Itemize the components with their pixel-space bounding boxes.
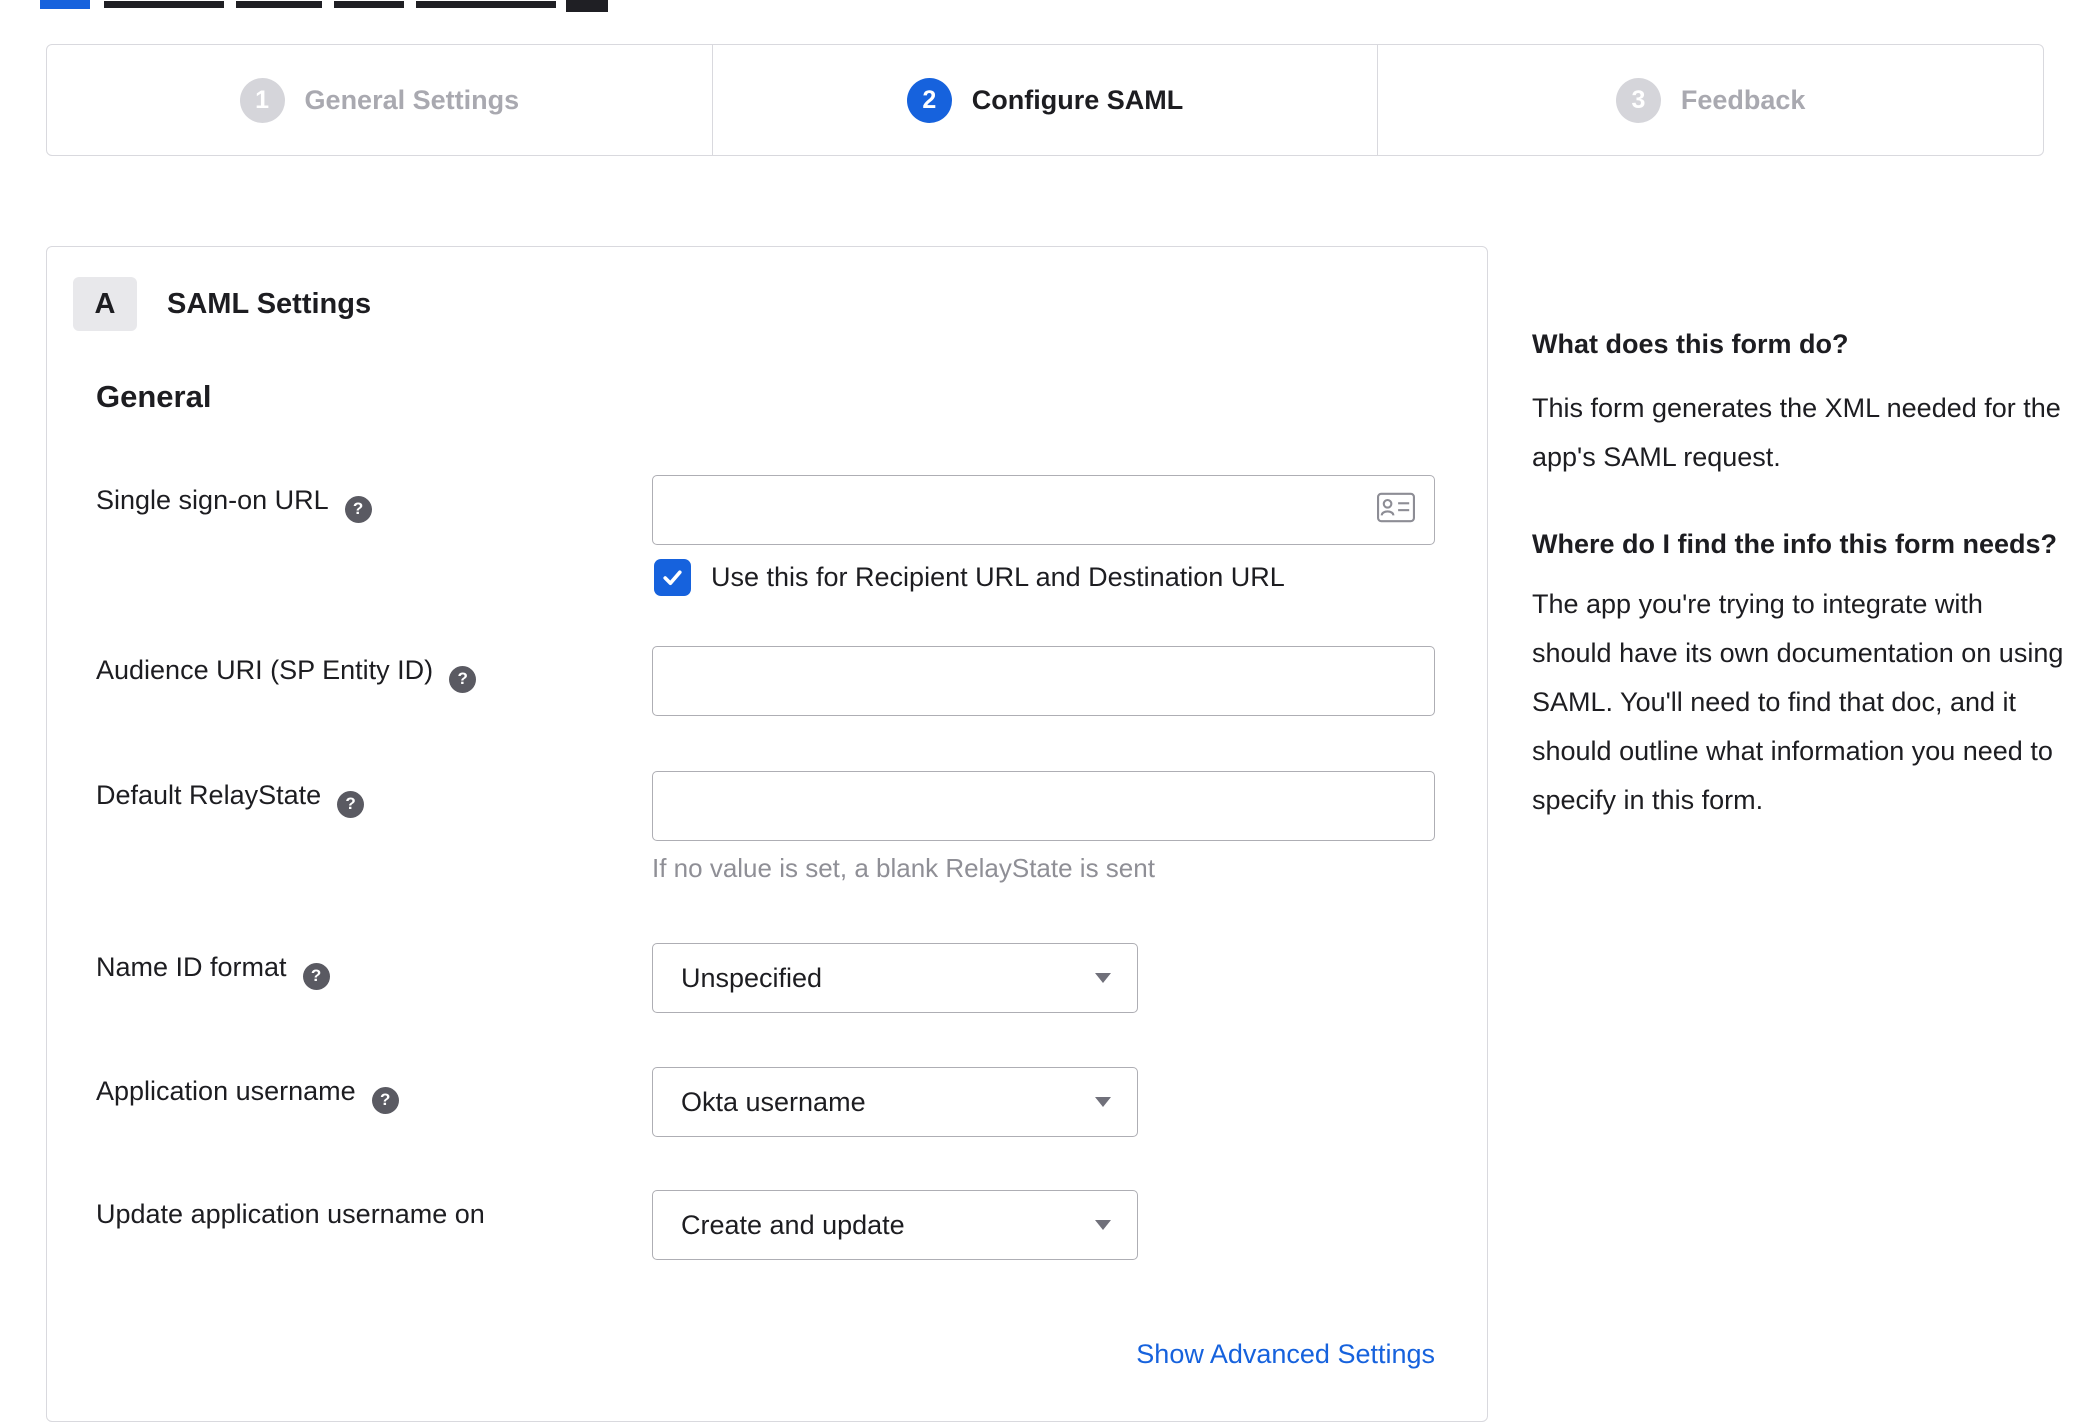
chevron-down-icon	[1095, 1220, 1111, 1230]
sidebar-answer-2: The app you're trying to integrate with …	[1532, 589, 2064, 815]
general-section-title: General	[96, 379, 212, 414]
application-username-select[interactable]: Okta username	[652, 1067, 1138, 1137]
application-username-label: Application username?	[96, 1076, 399, 1114]
configure-saml-page: 1 General Settings 2 Configure SAML 3 Fe…	[0, 0, 2092, 1426]
recipient-url-checkbox[interactable]	[654, 559, 691, 596]
sso-help-icon[interactable]: ?	[344, 495, 372, 523]
check-icon	[663, 570, 682, 586]
single-sign-on-url-field	[652, 475, 1435, 545]
name-id-format-select[interactable]: Unspecified	[652, 943, 1138, 1013]
name-id-format-label: Name ID format?	[96, 952, 330, 990]
saml-settings-panel: A SAML Settings General Single sign-on U…	[46, 246, 1488, 1422]
nameid-help-icon[interactable]: ?	[302, 962, 330, 990]
audience-uri-label: Audience URI (SP Entity ID)?	[96, 655, 477, 693]
setup-wizard-stepper: 1 General Settings 2 Configure SAML 3 Fe…	[46, 44, 2044, 156]
step-number-badge: 3	[1615, 77, 1661, 123]
help-sidebar: What does this form do? This form genera…	[1532, 322, 2066, 825]
title-fragment	[104, 1, 224, 8]
saml-settings-title: SAML Settings	[167, 287, 372, 320]
step-label: Configure SAML	[971, 84, 1184, 115]
update-application-username-label: Update application username on	[96, 1199, 485, 1229]
step-number-badge: 2	[906, 77, 952, 123]
single-sign-on-url-input[interactable]	[652, 475, 1435, 545]
recipient-url-checkbox-label[interactable]: Use this for Recipient URL and Destinati…	[711, 562, 1285, 593]
sidebar-question-1: What does this form do?	[1532, 329, 1849, 359]
sidebar-answer-1: This form generates the XML needed for t…	[1532, 393, 2061, 472]
step-general-settings[interactable]: 1 General Settings	[47, 45, 712, 155]
step-label: General Settings	[304, 84, 520, 115]
advanced-settings-row: Show Advanced Settings	[652, 1339, 1435, 1370]
section-a-badge: A	[73, 277, 137, 331]
chevron-down-icon	[1095, 1097, 1111, 1107]
relaystate-hint: If no value is set, a blank RelayState i…	[652, 853, 1155, 883]
update-application-username-select[interactable]: Create and update	[652, 1190, 1138, 1260]
audience-uri-input[interactable]	[652, 646, 1435, 716]
relaystate-help-icon[interactable]: ?	[337, 790, 365, 818]
logo-fragment	[40, 0, 90, 9]
title-fragment	[236, 1, 322, 8]
single-sign-on-url-label: Single sign-on URL?	[96, 485, 372, 523]
selected-value: Okta username	[681, 1086, 866, 1117]
audience-help-icon[interactable]: ?	[449, 665, 477, 693]
default-relaystate-label: Default RelayState?	[96, 780, 365, 818]
step-feedback[interactable]: 3 Feedback	[1377, 45, 2043, 155]
selected-value: Unspecified	[681, 962, 823, 993]
sidebar-question-2: Where do I find the info this form needs…	[1532, 529, 2057, 559]
selected-value: Create and update	[681, 1209, 905, 1240]
default-relaystate-input[interactable]	[652, 771, 1435, 841]
step-configure-saml[interactable]: 2 Configure SAML	[711, 45, 1378, 155]
address-card-icon	[1377, 492, 1415, 528]
title-fragment	[416, 1, 556, 8]
step-number-badge: 1	[239, 77, 285, 123]
app-icon-fragment	[566, 0, 608, 12]
chevron-down-icon	[1095, 973, 1111, 983]
show-advanced-settings-link[interactable]: Show Advanced Settings	[1136, 1339, 1435, 1369]
step-label: Feedback	[1680, 84, 1806, 115]
appuser-help-icon[interactable]: ?	[371, 1086, 399, 1114]
title-fragment	[334, 1, 404, 8]
